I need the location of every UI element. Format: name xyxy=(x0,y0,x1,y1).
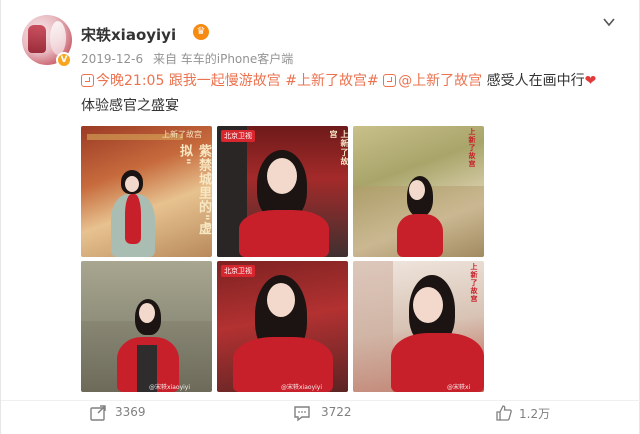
post-suffix-text: 体验感官之盛宴 xyxy=(81,98,179,114)
like-count: 1.2万 xyxy=(519,407,551,421)
photo-4[interactable]: @宋轶xiaoyiyi xyxy=(81,261,212,392)
photo-grid: 紫禁城里的"虚拟" 上新了故宫 北京卫视 上新了故宫 上新了故宫 @宋轶xiao… xyxy=(81,126,484,392)
photo-corner-text: 上新了故宫 xyxy=(329,130,348,166)
like-button[interactable]: 1.2万 xyxy=(495,402,565,426)
post-meta: 2019-12-6 来自 车车的iPhone客户端 xyxy=(81,50,299,67)
photo-watermark: @宋轶xi xyxy=(447,384,471,391)
avatar-decoration xyxy=(50,21,66,55)
chevron-down-icon[interactable] xyxy=(601,14,617,30)
photo-1[interactable]: 紫禁城里的"虚拟" 上新了故宫 xyxy=(81,126,212,257)
photo-badge: 上新了故宫 xyxy=(470,263,479,303)
video-link-icon xyxy=(81,74,94,87)
vip-crown-icon[interactable]: ♛ xyxy=(193,24,209,40)
channel-logo: 北京卫视 xyxy=(221,265,255,277)
comment-count: 3722 xyxy=(321,405,352,419)
channel-logo: 北京卫视 xyxy=(221,130,255,142)
photo-watermark: @宋轶xiaoyiyi xyxy=(281,384,323,391)
photo-5[interactable]: 北京卫视 @宋轶xiaoyiyi xyxy=(217,261,348,392)
photo-watermark: @宋轶xiaoyiyi xyxy=(149,384,191,391)
hashtag-link[interactable]: #上新了故宫# xyxy=(285,73,378,89)
photo-badge: 上新了故宫 xyxy=(162,130,202,139)
avatar-image xyxy=(28,25,46,53)
photo-title-text: 紫禁城里的"虚拟" xyxy=(177,144,211,236)
action-divider xyxy=(1,400,640,401)
mention-link[interactable]: @上新了故宫 xyxy=(383,73,482,89)
photo-6[interactable]: 上新了故宫 @宋轶xi xyxy=(353,261,484,392)
photo-badge: 上新了故宫 xyxy=(468,128,477,168)
post-text: 今晚21:05 跟我一起慢游故宫 #上新了故宫# @上新了故宫 感受人在画中行❤… xyxy=(81,69,611,119)
video-link[interactable]: 今晚21:05 跟我一起慢游故宫 xyxy=(81,73,281,89)
weibo-post-card: V 宋轶xiaoyiyi ♛ 2019-12-6 来自 车车的iPhone客户端… xyxy=(0,0,640,434)
photo-3[interactable]: 上新了故宫 xyxy=(353,126,484,257)
comment-icon xyxy=(294,406,310,422)
repost-icon xyxy=(90,405,106,421)
verified-badge-icon: V xyxy=(56,52,72,68)
thumbs-up-icon xyxy=(496,405,512,421)
post-date[interactable]: 2019-12-6 xyxy=(81,52,143,66)
post-body-text: 感受人在画中行 xyxy=(486,73,585,89)
mention-link-icon xyxy=(383,74,397,87)
post-source[interactable]: 来自 车车的iPhone客户端 xyxy=(153,52,293,66)
heart-emoji-icon: ❤ xyxy=(584,73,597,89)
comment-button[interactable]: 3722 xyxy=(293,402,363,426)
photo-2[interactable]: 北京卫视 上新了故宫 xyxy=(217,126,348,257)
username[interactable]: 宋轶xiaoyiyi xyxy=(81,24,176,45)
repost-button[interactable]: 3369 xyxy=(89,402,159,426)
repost-count: 3369 xyxy=(115,405,146,419)
